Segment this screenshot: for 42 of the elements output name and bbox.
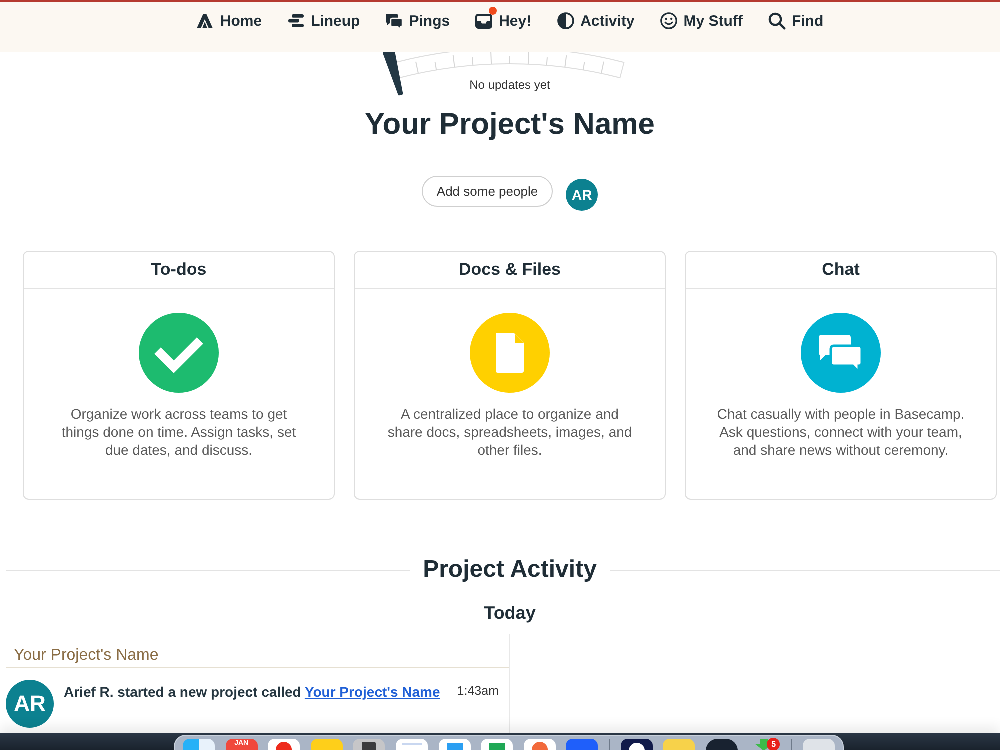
card-title: Docs & Files [458,260,562,280]
chat-bubbles-icon [385,12,404,30]
tool-card[interactable]: Docs & Files A centralized place to organize and share docs, spreadsheets, images, and other files. [354,251,666,500]
nav-link[interactable]: Pings [385,10,450,32]
app-icon[interactable] [353,739,386,750]
nav-link[interactable]: Hey! [475,10,532,32]
user-avatar: AR [6,680,54,728]
user-avatar[interactable]: AR [566,179,598,211]
nav-link[interactable]: Lineup [287,10,360,32]
card-description: Organize work across teams to get things done on time. Assign tasks, set due dates, and discuss. [60,405,298,459]
project-title: Your Project's Name [364,107,655,143]
event-time: 1:43am [457,684,499,699]
section-heading: Project Activity [423,555,597,585]
tool-card[interactable]: Chat Chat casually with people in Basecamp. Ask questions, connect with your team, and share news without ceremony. [685,251,997,500]
activity-text: Arief R. started a new project called Your Project's Name [64,684,442,701]
app-icon[interactable] [706,739,738,750]
card-description: Chat casually with people in Basecamp. Ask questions, connect with your team, and share news without ceremony. [716,405,966,459]
project-label: Your Project's Name [14,646,159,666]
tool-card[interactable]: To-dos Organize work across teams to get things done on time. Assign tasks, set due dates, and discuss. [23,251,335,500]
search-icon [768,12,786,30]
bars-icon [287,12,306,30]
check-circle-icon [139,313,219,393]
trash-icon[interactable] [802,739,834,750]
mountain-icon [196,12,214,30]
card-description: A centralized place to organize and share docs, spreadsheets, images, and other files. [386,405,634,459]
card-title: To-dos [151,260,207,280]
chat-bubbles-icon [801,313,881,393]
inbox-tray-icon [475,12,494,30]
day-heading: Today [484,602,536,624]
add-people-button[interactable]: Add some people [422,176,554,207]
card-title: Chat [822,260,860,280]
app-icon[interactable] [620,739,653,750]
project-link[interactable]: Your Project's Name [304,684,440,700]
nav-link[interactable]: Home [196,10,262,32]
nav-link[interactable]: My Stuff [660,10,743,32]
gauge-caption: No updates yet [470,78,550,92]
document-icon [470,313,550,393]
nav-link[interactable]: Find [768,10,824,32]
smiley-icon [660,12,678,30]
nav-link[interactable]: Activity [556,10,635,32]
notification-badge: 5 [767,738,780,750]
half-circle-icon [556,12,575,30]
